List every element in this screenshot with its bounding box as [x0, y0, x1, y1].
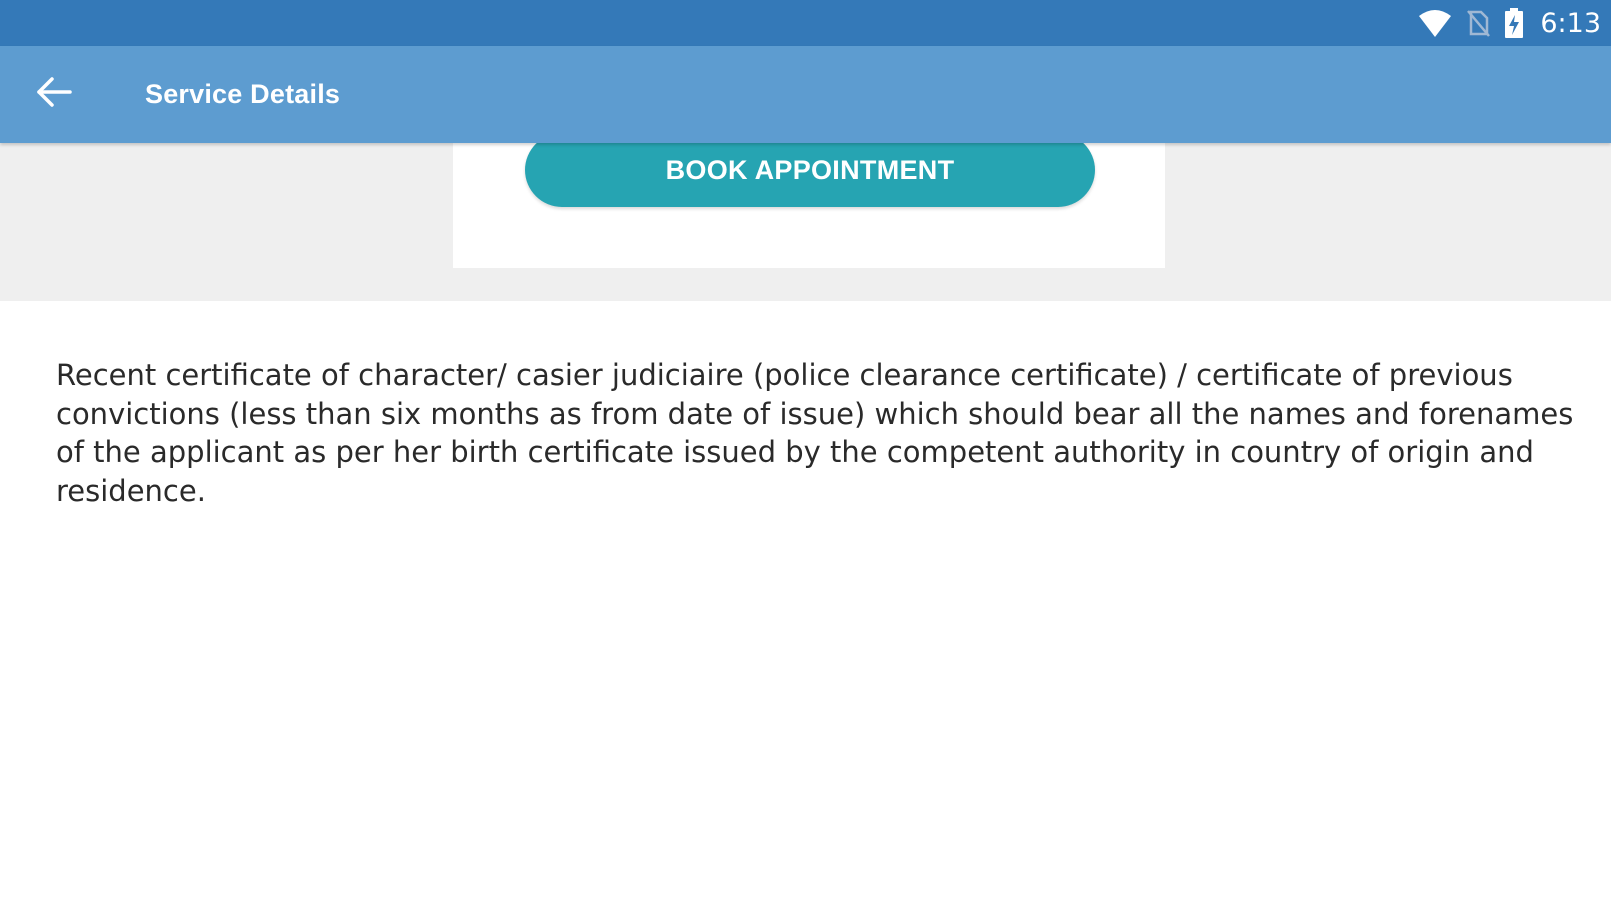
back-button[interactable] — [28, 68, 80, 120]
book-appointment-button[interactable]: BOOK APPOINTMENT — [525, 133, 1095, 207]
arrow-left-icon — [36, 76, 72, 112]
app-bar: Service Details — [0, 46, 1611, 143]
status-icons: 6:13 — [1418, 0, 1601, 46]
service-description: Recent certificate of character/ casier … — [56, 358, 1574, 508]
status-time: 6:13 — [1540, 7, 1601, 39]
header-band: BOOK APPOINTMENT — [0, 133, 1611, 301]
status-bar: 6:13 — [0, 0, 1611, 46]
battery-charging-icon — [1504, 7, 1524, 39]
no-sim-icon — [1466, 8, 1491, 38]
service-card: BOOK APPOINTMENT — [453, 133, 1165, 268]
wifi-icon — [1418, 8, 1452, 38]
page-title: Service Details — [145, 79, 341, 109]
